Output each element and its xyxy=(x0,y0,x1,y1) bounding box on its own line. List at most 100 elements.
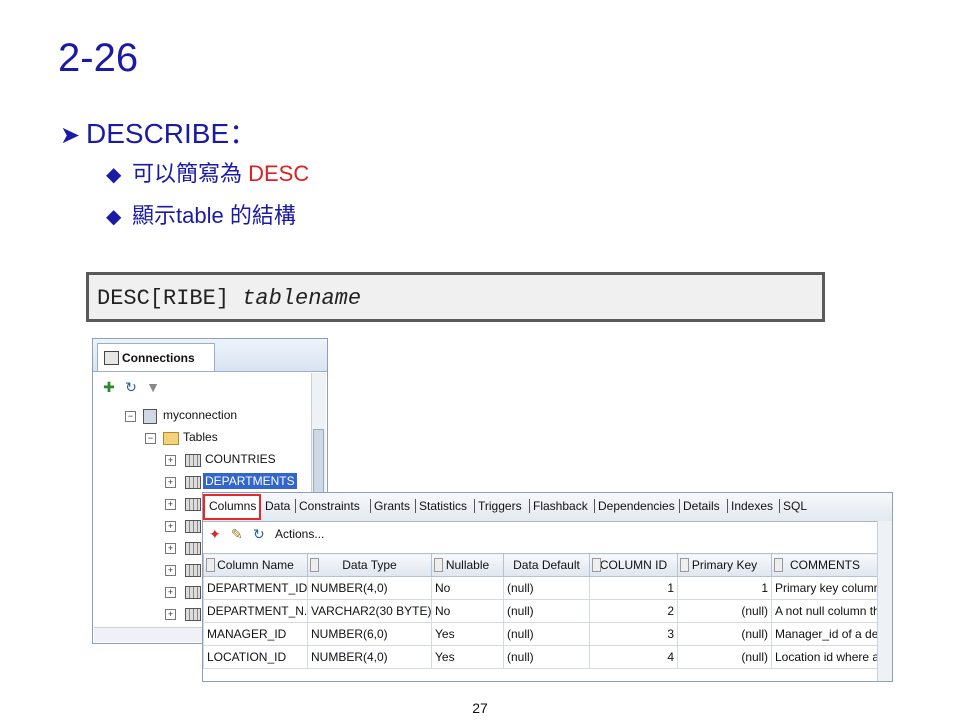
cell-column-id: 4 xyxy=(589,645,678,669)
diamond-bullet-icon: ◆ xyxy=(106,164,122,186)
table-row[interactable]: DEPARTMENT_ID NUMBER(4,0) No (null) 1 1 … xyxy=(203,576,879,600)
arrow-bullet-icon: ➤ xyxy=(60,122,81,149)
expand-countries-icon[interactable]: + xyxy=(165,455,176,466)
actions-menu[interactable]: Actions... xyxy=(275,527,324,541)
columns-grid: Column Name Data Type Nullable Data Defa… xyxy=(203,553,879,669)
columns-vertical-scrollbar[interactable] xyxy=(877,521,892,681)
tab-data[interactable]: Data xyxy=(265,499,290,513)
new-connection-icon[interactable]: ✚ xyxy=(101,379,117,395)
table-row[interactable]: LOCATION_ID NUMBER(4,0) Yes (null) 4 (nu… xyxy=(203,645,879,669)
expand-table-icon[interactable]: + xyxy=(165,543,176,554)
tab-constraints[interactable]: Constraints xyxy=(299,499,360,513)
pin-icon[interactable]: ✦ xyxy=(209,526,221,543)
syntax-box: DESC[RIBE] tablename xyxy=(86,272,825,322)
header-column-id[interactable]: COLUMN ID xyxy=(589,553,678,577)
expand-departments-icon[interactable]: + xyxy=(165,477,176,488)
cell-nullable: No xyxy=(431,599,504,623)
tab-grants[interactable]: Grants xyxy=(374,499,410,513)
cell-column-id: 2 xyxy=(589,599,678,623)
header-column-name[interactable]: Column Name xyxy=(203,553,308,577)
table-icon xyxy=(185,520,201,533)
bullet-describe: ➤ DESCRIBE： xyxy=(60,112,257,152)
object-tabs: Columns Data Constraints Grants Statisti… xyxy=(203,493,892,522)
cell-primary-key: (null) xyxy=(677,599,772,623)
tab-separator xyxy=(474,499,475,513)
header-primary-key[interactable]: Primary Key xyxy=(677,553,772,577)
tab-details[interactable]: Details xyxy=(683,499,720,513)
connections-icon xyxy=(104,351,119,365)
diamond-bullet-icon: ◆ xyxy=(106,206,122,228)
cell-comments: A not null column th xyxy=(771,599,879,623)
header-nullable[interactable]: Nullable xyxy=(431,553,504,577)
tree-item-departments[interactable]: DEPARTMENTS xyxy=(203,473,297,489)
cell-nullable: Yes xyxy=(431,622,504,646)
collapse-tables-icon[interactable]: − xyxy=(145,433,156,444)
cell-data-default: (null) xyxy=(503,576,590,600)
cell-primary-key: (null) xyxy=(677,622,772,646)
tab-separator xyxy=(679,499,680,513)
cell-nullable: No xyxy=(431,576,504,600)
cell-column-name: DEPARTMENT_N... xyxy=(203,599,308,623)
connections-tab-label: Connections xyxy=(122,351,195,365)
header-comments[interactable]: COMMENTS xyxy=(771,553,879,577)
sub-bullet-desc: ◆ 可以簡寫為 DESC xyxy=(106,156,309,188)
expand-table-icon[interactable]: + xyxy=(165,521,176,532)
edit-icon[interactable]: ✎ xyxy=(231,526,243,543)
cell-data-default: (null) xyxy=(503,599,590,623)
connections-tab[interactable]: Connections xyxy=(97,343,215,371)
cell-data-default: (null) xyxy=(503,622,590,646)
columns-panel: Columns Data Constraints Grants Statisti… xyxy=(202,492,893,682)
folder-icon xyxy=(163,432,179,445)
sort-icon xyxy=(592,558,601,572)
table-icon xyxy=(185,608,201,621)
syntax-text: DESC[RIBE] tablename xyxy=(97,286,361,311)
tab-separator xyxy=(594,499,595,513)
cell-primary-key: (null) xyxy=(677,645,772,669)
header-data-default[interactable]: Data Default xyxy=(503,553,590,577)
table-icon xyxy=(185,564,201,577)
expand-table-icon[interactable]: + xyxy=(165,587,176,598)
refresh-icon[interactable]: ↻ xyxy=(253,526,265,543)
tree-item-countries[interactable]: COUNTRIES xyxy=(205,451,276,467)
table-row[interactable]: MANAGER_ID NUMBER(6,0) Yes (null) 3 (nul… xyxy=(203,622,879,646)
table-icon xyxy=(185,542,201,555)
cell-column-id: 1 xyxy=(589,576,678,600)
tab-separator xyxy=(295,499,296,513)
tab-triggers[interactable]: Triggers xyxy=(478,499,522,513)
cell-data-type: NUMBER(4,0) xyxy=(307,645,432,669)
collapse-connection-icon[interactable]: − xyxy=(125,411,136,422)
syntax-argument: tablename xyxy=(242,286,362,311)
table-icon xyxy=(185,454,201,467)
sub-bullet-desc-text: 可以簡寫為 xyxy=(132,161,249,186)
expand-table-icon[interactable]: + xyxy=(165,609,176,620)
sub-bullet-structure-text: 顯示table 的結構 xyxy=(132,203,296,228)
tab-columns[interactable]: Columns xyxy=(209,499,256,513)
sub-bullet-desc-highlight: DESC xyxy=(248,161,310,186)
cell-comments: Location id where a xyxy=(771,645,879,669)
tab-indexes[interactable]: Indexes xyxy=(731,499,773,513)
grid-header-row: Column Name Data Type Nullable Data Defa… xyxy=(203,553,879,577)
tab-sql[interactable]: SQL xyxy=(783,499,807,513)
tab-separator xyxy=(370,499,371,513)
cell-comments: Manager_id of a dep xyxy=(771,622,879,646)
header-data-type[interactable]: Data Type xyxy=(307,553,432,577)
cell-data-type: VARCHAR2(30 BYTE) xyxy=(307,599,432,623)
bullet-describe-text: DESCRIBE： xyxy=(86,118,258,149)
tab-dependencies[interactable]: Dependencies xyxy=(598,499,675,513)
tab-flashback[interactable]: Flashback xyxy=(533,499,588,513)
table-row[interactable]: DEPARTMENT_N... VARCHAR2(30 BYTE) No (nu… xyxy=(203,599,879,623)
tab-separator xyxy=(415,499,416,513)
tree-item-tables[interactable]: Tables xyxy=(183,429,218,445)
cell-primary-key: 1 xyxy=(677,576,772,600)
table-icon xyxy=(185,498,201,511)
database-icon xyxy=(143,409,157,424)
tab-statistics[interactable]: Statistics xyxy=(419,499,467,513)
expand-table-icon[interactable]: + xyxy=(165,565,176,576)
sort-icon xyxy=(206,558,215,572)
tree-item-myconnection[interactable]: myconnection xyxy=(163,407,237,423)
scrollbar-thumb[interactable] xyxy=(313,429,324,495)
filter-icon[interactable]: ▼ xyxy=(145,379,161,395)
tab-separator xyxy=(727,499,728,513)
expand-table-icon[interactable]: + xyxy=(165,499,176,510)
refresh-icon[interactable]: ↻ xyxy=(123,379,139,395)
